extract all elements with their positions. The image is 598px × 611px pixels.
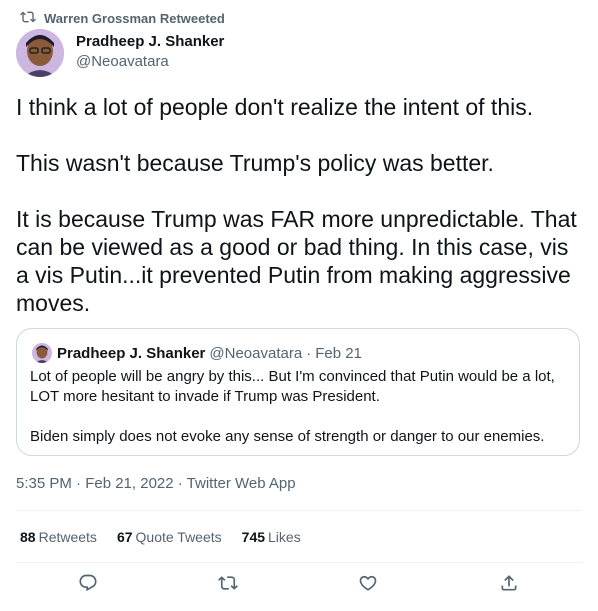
likes-stat[interactable]: 745 Likes: [242, 529, 301, 545]
retweet-icon: [20, 9, 36, 28]
quoted-tweet-header: Pradheep J. Shanker @Neoavatara · Feb 21: [32, 343, 362, 363]
divider: [16, 510, 582, 511]
author-block[interactable]: Pradheep J. Shanker @Neoavatara: [76, 33, 224, 72]
quoted-author-handle: @Neoavatara: [209, 344, 303, 362]
retweets-label: Retweets: [38, 529, 97, 545]
heart-icon[interactable]: [358, 573, 382, 597]
tweet-timestamp[interactable]: 5:35 PM · Feb 21, 2022 · Twitter Web App: [16, 475, 296, 492]
retweet-icon[interactable]: [218, 573, 242, 597]
retweet-context[interactable]: Warren Grossman Retweeted: [20, 9, 225, 28]
reply-icon[interactable]: [78, 573, 102, 597]
retweets-stat[interactable]: 88 Retweets: [20, 529, 97, 545]
retweet-context-text: Warren Grossman Retweeted: [44, 11, 225, 26]
quotes-count: 67: [116, 529, 133, 545]
quoted-author-avatar: [32, 343, 52, 363]
quoted-separator: ·: [306, 344, 312, 362]
retweets-count: 88: [20, 529, 36, 545]
quoted-tweet[interactable]: Pradheep J. Shanker @Neoavatara · Feb 21…: [16, 328, 580, 456]
author-avatar[interactable]: [16, 29, 64, 77]
engagement-stats: 88 Retweets 67 Quote Tweets 745 Likes: [20, 529, 301, 545]
action-bar: [0, 573, 598, 601]
divider: [16, 562, 582, 563]
author-handle[interactable]: @Neoavatara: [76, 52, 224, 72]
share-icon[interactable]: [499, 573, 523, 597]
tweet-text: I think a lot of people don't realize th…: [16, 94, 577, 316]
quoted-tweet-text: Lot of people will be angry by this... B…: [30, 368, 555, 445]
quoted-author-name: Pradheep J. Shanker: [57, 344, 206, 362]
quotes-label: Quote Tweets: [135, 529, 222, 545]
quoted-date: Feb 21: [315, 344, 362, 362]
likes-label: Likes: [268, 529, 301, 545]
author-name[interactable]: Pradheep J. Shanker: [76, 33, 224, 51]
likes-count: 745: [241, 529, 266, 545]
quotes-stat[interactable]: 67 Quote Tweets: [117, 529, 222, 545]
